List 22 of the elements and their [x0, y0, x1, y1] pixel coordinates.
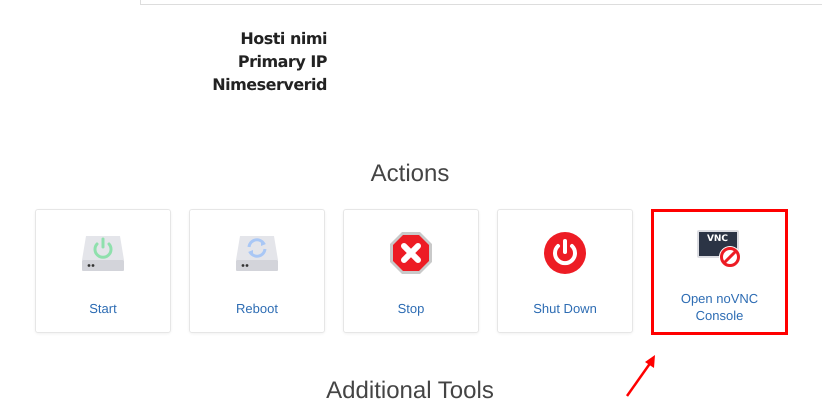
info-label: Hosti nimi [240, 28, 327, 50]
action-label: Reboot [236, 300, 278, 317]
tools-heading: Additional Tools [325, 376, 495, 406]
action-card[interactable]: Stop [343, 209, 479, 333]
info-label: Nimeserverid [212, 74, 327, 96]
refresh-drive-icon [234, 234, 280, 272]
monitor-text: VNC [706, 233, 728, 246]
action-card[interactable]: Reboot [189, 209, 325, 333]
action-label: Shut Down [533, 300, 597, 317]
action-label: Stop [398, 300, 424, 317]
action-card[interactable]: Shut Down [497, 209, 633, 333]
stop-sign-icon [389, 231, 433, 275]
power-icon [543, 231, 587, 275]
action-label: Open noVNC Console [680, 290, 760, 324]
prohibited-icon [718, 245, 742, 269]
info-label: Primary IP [238, 51, 327, 73]
actions-heading: Actions [370, 159, 450, 189]
action-card[interactable]: Start [35, 209, 171, 333]
power-drive-icon [80, 234, 126, 272]
action-label: Start [89, 300, 117, 317]
annotation-arrow [624, 352, 658, 398]
action-card[interactable]: VNC Open noVNC Console [651, 209, 788, 335]
